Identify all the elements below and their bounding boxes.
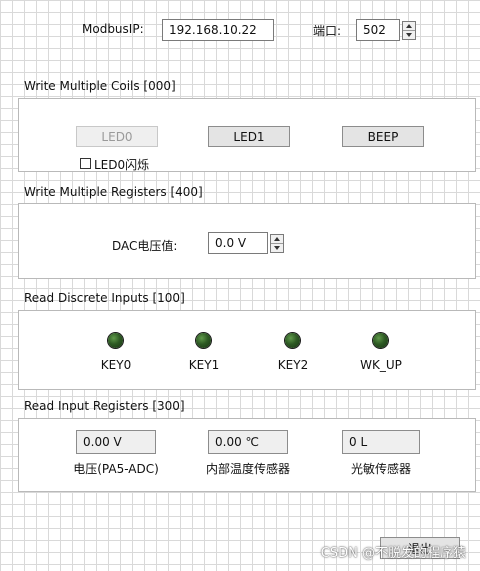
temperature-readout: 0.00 ℃: [208, 430, 288, 454]
led0-blink-label: LED0闪烁: [94, 158, 150, 172]
arrow-down-icon: [274, 246, 280, 250]
dac-voltage-input[interactable]: 0.0 V: [208, 232, 268, 254]
modbus-ip-input[interactable]: 192.168.10.22: [162, 19, 274, 41]
key1-led-indicator: [196, 333, 211, 348]
coils-section-title: Write Multiple Coils [000]: [24, 79, 176, 93]
led0-blink-checkbox[interactable]: [80, 158, 91, 169]
discrete-group: [18, 310, 476, 390]
temperature-readout-label: 内部温度传感器: [205, 462, 290, 476]
discrete-section-title: Read Discrete Inputs [100]: [24, 291, 185, 305]
port-label: 端口:: [313, 24, 342, 38]
arrow-down-icon: [406, 33, 412, 37]
dac-voltage-spinner[interactable]: [270, 234, 284, 253]
light-sensor-readout-label: 光敏传感器: [350, 462, 411, 476]
key0-led-indicator: [108, 333, 123, 348]
arrow-up-icon: [274, 237, 280, 241]
led0-button[interactable]: LED0: [76, 126, 158, 147]
arrow-up-icon: [406, 24, 412, 28]
port-increment-button[interactable]: [403, 22, 415, 31]
modbus-ip-label: ModbusIP:: [82, 22, 144, 36]
input-regs-section-title: Read Input Registers [300]: [24, 399, 185, 413]
key2-led-indicator: [285, 333, 300, 348]
key2-label: KEY2: [277, 358, 309, 372]
key0-label: KEY0: [100, 358, 132, 372]
voltage-readout-label: 电压(PA5-ADC): [73, 462, 159, 476]
wk-up-led-indicator: [373, 333, 388, 348]
dac-voltage-label: DAC电压值:: [112, 239, 178, 253]
port-decrement-button[interactable]: [403, 31, 415, 39]
voltage-readout: 0.00 V: [76, 430, 156, 454]
beep-button[interactable]: BEEP: [342, 126, 424, 147]
key1-label: KEY1: [188, 358, 220, 372]
port-input[interactable]: 502: [356, 19, 400, 41]
light-sensor-readout: 0 L: [342, 430, 420, 454]
dac-increment-button[interactable]: [271, 235, 283, 244]
registers-section-title: Write Multiple Registers [400]: [24, 185, 203, 199]
csdn-watermark: CSDN @不脱发的程序猿: [320, 546, 466, 561]
wk-up-label: WK_UP: [360, 358, 402, 372]
dac-decrement-button[interactable]: [271, 244, 283, 252]
port-spinner[interactable]: [402, 21, 416, 40]
led1-button[interactable]: LED1: [208, 126, 290, 147]
